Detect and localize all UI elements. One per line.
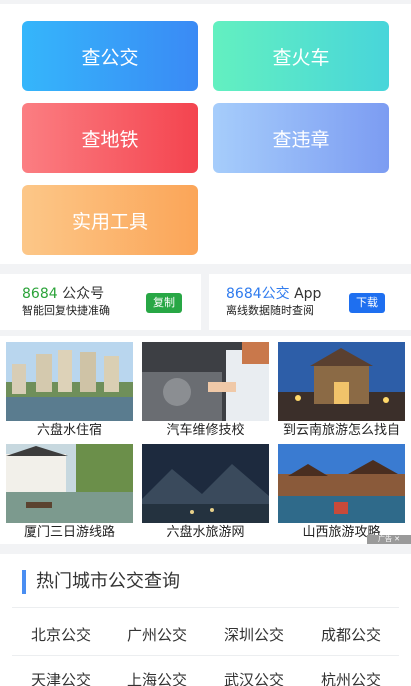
ad-grid: 六盘水住宿 汽车维修技校 到云南旅游怎么找自 厦门三日游线路 六盘水旅游网 山西… [0, 336, 411, 544]
mountain-night-photo-icon [142, 444, 269, 523]
ad-caption: 六盘水旅游网 [166, 525, 245, 540]
app-promo: 8684公交 App 离线数据随时查阅 下载 [209, 274, 411, 330]
service-tiles: 查公交 查火车 查地铁 查违章 实用工具 [0, 4, 411, 264]
car-repair-photo-icon [142, 342, 269, 421]
section-title: 热门城市公交查询 [22, 570, 180, 594]
ad-caption: 到云南旅游怎么找自 [282, 423, 400, 438]
ad-item-car-repair[interactable]: 汽车维修技校 [142, 342, 269, 440]
water-town-photo-icon [6, 444, 133, 523]
wechat-promo-number: 8684 [22, 286, 58, 302]
city-link-beijing[interactable]: 北京公交 [13, 624, 109, 645]
hot-city-section: 热门城市公交查询 北京公交 广州公交 深圳公交 成都公交 天津公交 上海公交 武… [0, 554, 411, 686]
app-promo-number: 8684公交 [226, 286, 290, 302]
ad-caption: 汽车维修技校 [166, 423, 245, 438]
violation-query-button[interactable]: 查违章 [213, 103, 389, 173]
divider [12, 607, 399, 608]
train-query-button[interactable]: 查火车 [213, 21, 389, 91]
ad-label-badge[interactable]: 广告 ✕ [367, 535, 411, 544]
copy-button[interactable]: 复制 [146, 293, 182, 313]
bus-query-button[interactable]: 查公交 [22, 21, 198, 91]
ad-item-yunnan-travel[interactable]: 到云南旅游怎么找自 [278, 342, 405, 440]
wechat-promo: 8684 公众号 智能回复快捷准确 复制 [0, 274, 201, 330]
wechat-promo-label: 公众号 [57, 286, 105, 302]
ad-caption: 厦门三日游线路 [23, 525, 115, 540]
ad-item-hotel[interactable]: 六盘水住宿 [6, 342, 133, 440]
app-promo-label: App [289, 286, 322, 302]
ad-item-shanxi-guide[interactable]: 山西旅游攻略 [278, 444, 405, 542]
city-link-hangzhou[interactable]: 杭州公交 [303, 669, 399, 686]
city-link-guangzhou[interactable]: 广州公交 [109, 624, 205, 645]
city-link-shenzhen[interactable]: 深圳公交 [206, 624, 302, 645]
city-link-wuhan[interactable]: 武汉公交 [206, 669, 302, 686]
ancient-town-photo-icon [278, 444, 405, 523]
ad-item-liupanshui-travel[interactable]: 六盘水旅游网 [142, 444, 269, 542]
subway-query-button[interactable]: 查地铁 [22, 103, 198, 173]
yunnan-gate-photo-icon [278, 342, 405, 421]
ad-caption: 六盘水住宿 [36, 423, 102, 438]
hotel-photo-icon [6, 342, 133, 421]
divider [12, 655, 399, 656]
tools-button[interactable]: 实用工具 [22, 185, 198, 255]
city-link-chengdu[interactable]: 成都公交 [303, 624, 399, 645]
city-link-tianjin[interactable]: 天津公交 [13, 669, 109, 686]
city-link-shanghai[interactable]: 上海公交 [109, 669, 205, 686]
download-button[interactable]: 下载 [349, 293, 385, 313]
ad-item-xiamen-tour[interactable]: 厦门三日游线路 [6, 444, 133, 542]
